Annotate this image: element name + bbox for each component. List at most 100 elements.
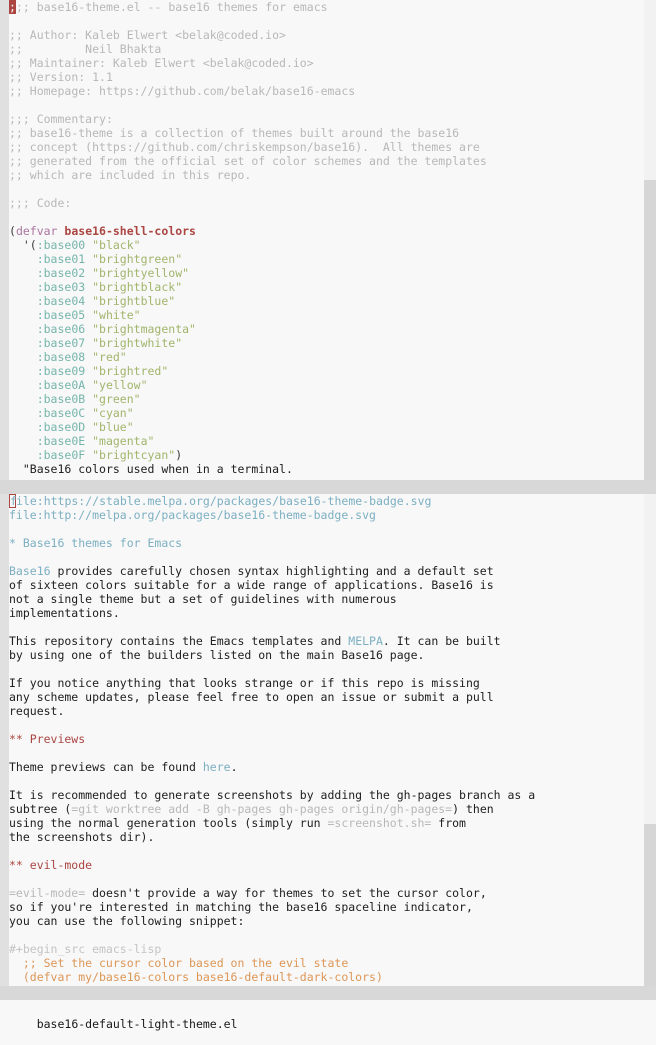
org-line[interactable]: subtree (=git worktree add -B gh-pages g… [9, 802, 641, 816]
window-elisp-buffer[interactable]: ;;; base16-theme.el -- base16 themes for… [0, 0, 656, 494]
elisp-text-segment [9, 448, 37, 462]
org-text-segment: #+begin_src emacs-lisp [9, 942, 162, 956]
org-line[interactable] [9, 718, 641, 732]
org-text-segment: of sixteen colors suitable for a wide ra… [9, 578, 494, 592]
elisp-text-segment [9, 378, 37, 392]
org-line[interactable] [9, 774, 641, 788]
org-line[interactable]: so if you're interested in matching the … [9, 900, 641, 914]
elisp-line[interactable] [9, 182, 641, 196]
elisp-line[interactable]: ;; Maintainer: Kaleb Elwert <belak@coded… [9, 56, 641, 70]
elisp-text-segment: Neil Bhakta [22, 42, 162, 56]
elisp-line[interactable]: '(:base00 "black" [9, 238, 641, 252]
org-text-segment: This repository contains the Emacs templ… [9, 634, 349, 648]
elisp-line[interactable]: ;; base16-theme is a collection of theme… [9, 126, 641, 140]
org-text-segment: . [230, 760, 238, 774]
modeline-elisp[interactable]: -:--- base16-theme.el Top L1 Git-master … [0, 480, 656, 494]
scrollbar-thumb-elisp[interactable] [644, 0, 656, 180]
org-line[interactable] [9, 620, 641, 634]
org-line[interactable]: Theme previews can be found here. [9, 760, 641, 774]
org-line[interactable] [9, 746, 641, 760]
elisp-text-segment: :base00 [36, 238, 86, 252]
elisp-line[interactable]: ;;; Code: [9, 196, 641, 210]
org-line[interactable]: using the normal generation tools (simpl… [9, 816, 641, 830]
fringe-left-elisp [0, 0, 9, 494]
echo-area-minibuffer[interactable]: base16-default-light-theme.el [0, 1000, 656, 1031]
org-buffer-text[interactable]: file:https://stable.melpa.org/packages/b… [9, 494, 641, 984]
org-line[interactable]: It is recommended to generate screenshot… [9, 788, 641, 802]
elisp-line[interactable]: :base03 "brightblack" [9, 280, 641, 294]
elisp-line[interactable]: :base0F "brightcyan") [9, 448, 641, 462]
elisp-line[interactable]: :base07 "brightwhite" [9, 336, 641, 350]
org-line[interactable]: ;; Set the cursor color based on the evi… [9, 956, 641, 970]
org-line[interactable] [9, 662, 641, 676]
org-line[interactable] [9, 928, 641, 942]
window-org-buffer[interactable]: file:https://stable.melpa.org/packages/b… [0, 494, 656, 1000]
org-line[interactable]: Base16 provides carefully chosen syntax … [9, 564, 641, 578]
elisp-line[interactable] [9, 14, 641, 28]
elisp-line[interactable]: :base06 "brightmagenta" [9, 322, 641, 336]
org-line[interactable]: file:https://stable.melpa.org/packages/b… [9, 494, 641, 508]
elisp-buffer-text[interactable]: ;;; base16-theme.el -- base16 themes for… [9, 0, 641, 476]
org-line[interactable]: the screenshots dir). [9, 830, 641, 844]
elisp-line[interactable]: ;; generated from the official set of co… [9, 154, 641, 168]
elisp-text-segment: which are included in this repo. [22, 168, 252, 182]
org-line[interactable]: This repository contains the Emacs templ… [9, 634, 641, 648]
org-line[interactable]: ** Previews [9, 732, 641, 746]
org-line[interactable] [9, 872, 641, 886]
scrollbar-elisp[interactable] [644, 0, 656, 494]
elisp-line[interactable]: :base01 "brightgreen" [9, 252, 641, 266]
org-line[interactable]: not a single theme but a set of guidelin… [9, 592, 641, 606]
org-line[interactable]: ** evil-mode [9, 858, 641, 872]
elisp-line[interactable]: :base02 "brightyellow" [9, 266, 641, 280]
elisp-text-segment [9, 308, 37, 322]
modeline-org[interactable]: -:--- README.org Top L1 Git-master (Org) [0, 986, 656, 1000]
elisp-line[interactable]: :base04 "brightblue" [9, 294, 641, 308]
elisp-line[interactable]: :base05 "white" [9, 308, 641, 322]
org-line[interactable]: If you notice anything that looks strang… [9, 676, 641, 690]
org-line[interactable]: =evil-mode= doesn't provide a way for th… [9, 886, 641, 900]
org-line[interactable]: of sixteen colors suitable for a wide ra… [9, 578, 641, 592]
org-text-segment: ** Previews [9, 732, 86, 746]
elisp-line[interactable]: (defvar base16-shell-colors [9, 224, 641, 238]
org-line[interactable]: file:http://melpa.org/packages/base16-th… [9, 508, 641, 522]
elisp-line[interactable] [9, 98, 641, 112]
elisp-line[interactable]: :base0D "blue" [9, 420, 641, 434]
org-text-segment: any scheme updates, please feel free to … [9, 690, 494, 704]
elisp-line[interactable]: :base0B "green" [9, 392, 641, 406]
elisp-line[interactable]: :base0A "yellow" [9, 378, 641, 392]
org-line[interactable]: request. [9, 704, 641, 718]
org-text-segment: subtree ( [9, 802, 72, 816]
org-line[interactable]: by using one of the builders listed on t… [9, 648, 641, 662]
org-line[interactable]: any scheme updates, please feel free to … [9, 690, 641, 704]
elisp-line[interactable]: :base0E "magenta" [9, 434, 641, 448]
elisp-line[interactable]: ;; Neil Bhakta [9, 42, 641, 56]
elisp-line[interactable]: ;; Homepage: https://github.com/belak/ba… [9, 84, 641, 98]
elisp-line[interactable]: :base09 "brightred" [9, 364, 641, 378]
org-line[interactable]: you can use the following snippet: [9, 914, 641, 928]
org-line[interactable]: #+begin_src emacs-lisp [9, 942, 641, 956]
elisp-text-segment [9, 322, 37, 336]
elisp-line[interactable]: ;; concept (https://github.com/chriskemp… [9, 140, 641, 154]
org-line[interactable]: (defvar my/base16-colors base16-default-… [9, 970, 641, 984]
elisp-text-segment: Code: [29, 196, 72, 210]
elisp-line[interactable]: ;; Author: Kaleb Elwert <belak@coded.io> [9, 28, 641, 42]
elisp-text-segment: ;; [9, 56, 23, 70]
org-line[interactable] [9, 522, 641, 536]
org-line[interactable]: implementations. [9, 606, 641, 620]
elisp-line[interactable]: ;; Version: 1.1 [9, 70, 641, 84]
elisp-text-segment: :base08 [36, 350, 86, 364]
org-line[interactable] [9, 844, 641, 858]
elisp-line[interactable]: ;;; Commentary: [9, 112, 641, 126]
org-line[interactable]: * Base16 themes for Emacs [9, 536, 641, 550]
elisp-line[interactable]: :base0C "cyan" [9, 406, 641, 420]
elisp-line[interactable]: "Base16 colors used when in a terminal. [9, 462, 641, 476]
elisp-line[interactable]: ;; which are included in this repo. [9, 168, 641, 182]
elisp-text-segment: defvar [15, 224, 58, 238]
elisp-line[interactable]: ;;; base16-theme.el -- base16 themes for… [9, 0, 641, 14]
scrollbar-thumb-org[interactable] [644, 494, 656, 824]
scrollbar-org[interactable] [644, 494, 656, 1000]
elisp-line[interactable] [9, 210, 641, 224]
org-line[interactable] [9, 550, 641, 564]
elisp-line[interactable]: :base08 "red" [9, 350, 641, 364]
elisp-text-segment: "brightgreen" [92, 252, 183, 266]
